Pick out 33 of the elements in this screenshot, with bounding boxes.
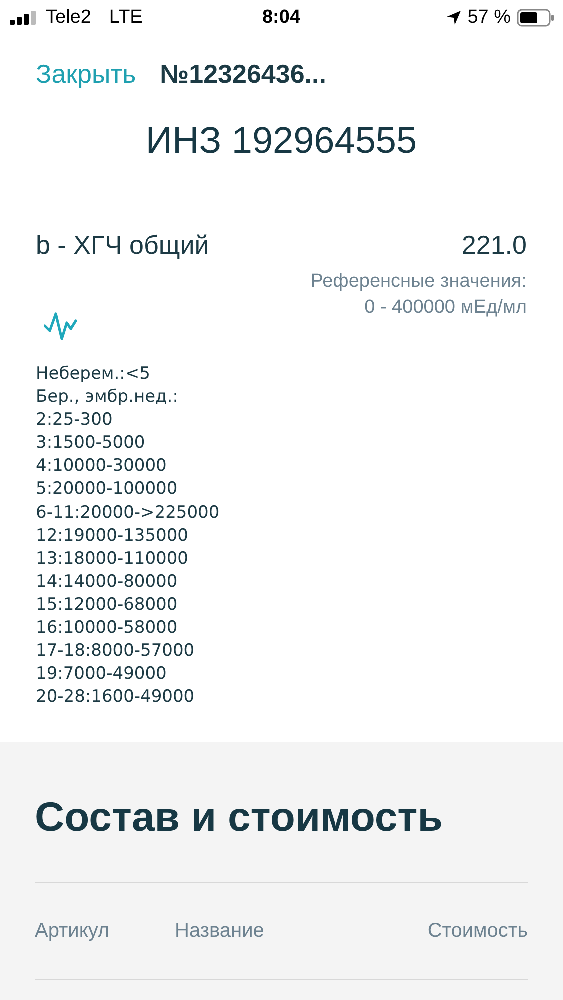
column-header: Артикул xyxy=(35,920,111,942)
clock-time: 8:04 xyxy=(262,7,301,29)
reference-note: Бер., эмбр.нед.: xyxy=(36,386,178,410)
reference-note: 17-18:8000-57000 xyxy=(36,640,195,664)
reference-note: Неберем.:<5 xyxy=(36,363,150,386)
battery-icon xyxy=(517,9,555,27)
section-heading: Состав и стоимость xyxy=(35,742,528,883)
carrier-name: Tele2 xyxy=(46,7,92,29)
reference-note: 5:20000-100000 xyxy=(36,478,178,502)
location-arrow-icon xyxy=(446,10,462,26)
order-number: №12326436... xyxy=(160,58,326,90)
test-value: 221.0 xyxy=(462,230,527,261)
reference-note: 3:1500-5000 xyxy=(36,432,146,456)
reference-note: 12:19000-135000 xyxy=(36,524,188,548)
test-name: b - ХГЧ общий xyxy=(36,230,210,261)
reference-range: 0 - 400000 мЕд/мл xyxy=(364,296,527,320)
close-link[interactable]: Закрыть xyxy=(36,58,136,90)
reference-note: 16:10000-58000 xyxy=(36,617,178,640)
reference-note: 15:12000-68000 xyxy=(36,594,178,617)
reference-note: 14:14000-80000 xyxy=(36,570,178,594)
column-header: Стоимость xyxy=(428,920,528,942)
reference-note: 13:18000-110000 xyxy=(36,548,188,571)
battery-percent: 57 % xyxy=(468,7,511,29)
reference-label: Референсные значения: xyxy=(310,270,527,294)
reference-note: 4:10000-30000 xyxy=(36,455,167,478)
page-heading: ИНЗ 192964555 xyxy=(144,119,418,163)
pulse-icon[interactable] xyxy=(44,311,78,341)
reference-note: 2:25-300 xyxy=(36,409,113,432)
network-type: LTE xyxy=(109,7,143,29)
reference-note: 20-28:1600-49000 xyxy=(36,686,195,710)
reference-note: 19:7000-49000 xyxy=(36,663,167,686)
reference-note: 6-11:20000->225000 xyxy=(36,502,220,525)
column-header: Название xyxy=(175,920,264,942)
